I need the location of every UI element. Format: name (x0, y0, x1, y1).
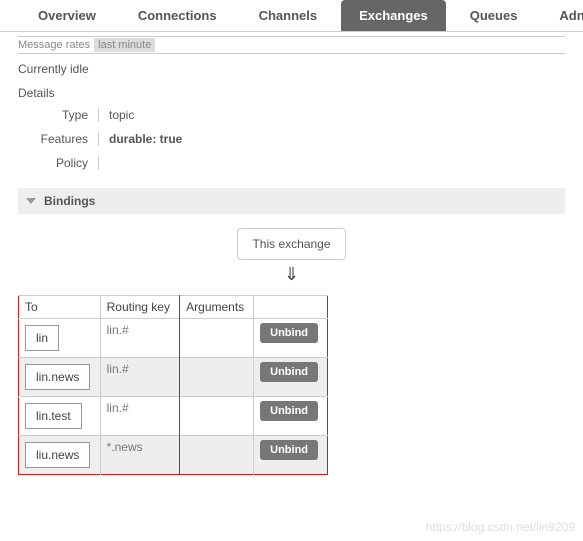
binding-to[interactable]: lin.news (25, 364, 90, 390)
col-arguments: Arguments (180, 296, 254, 319)
details-grid: Type topic Features durable: true Policy (18, 108, 565, 170)
idle-text: Currently idle (18, 62, 565, 76)
message-rates-chip[interactable]: last minute (94, 38, 155, 52)
features-label: Features (18, 132, 98, 146)
tab-exchanges[interactable]: Exchanges (341, 0, 446, 31)
tab-queues[interactable]: Queues (452, 0, 536, 31)
binding-to[interactable]: lin.test (25, 403, 82, 429)
binding-to[interactable]: lin (25, 325, 59, 351)
table-row: lin.test lin.# Unbind (19, 397, 328, 436)
tabs-bar: Overview Connections Channels Exchanges … (0, 0, 583, 32)
bindings-header-text: Bindings (44, 194, 95, 208)
chevron-down-icon (26, 198, 36, 204)
col-routing-key: Routing key (100, 296, 180, 319)
col-to: To (19, 296, 101, 319)
this-exchange-box: This exchange (237, 228, 345, 260)
unbind-button[interactable]: Unbind (260, 401, 318, 421)
unbind-button[interactable]: Unbind (260, 323, 318, 343)
type-value: topic (98, 108, 565, 122)
binding-routing-key: lin.# (100, 358, 180, 397)
binding-routing-key: *.news (100, 436, 180, 475)
binding-arguments (180, 397, 254, 436)
type-label: Type (18, 108, 98, 122)
features-value: durable: true (98, 132, 565, 146)
table-row: liu.news *.news Unbind (19, 436, 328, 475)
binding-arguments (180, 319, 254, 358)
bindings-table: To Routing key Arguments lin lin.# Unbin… (18, 295, 328, 475)
message-rates-row: Message rates last minute (18, 36, 565, 54)
binding-routing-key: lin.# (100, 319, 180, 358)
unbind-button[interactable]: Unbind (260, 440, 318, 460)
watermark: https://blog.csdn.net/lin9209 (426, 520, 575, 534)
message-rates-label: Message rates (18, 39, 90, 51)
binding-to[interactable]: liu.news (25, 442, 90, 468)
table-row: lin.news lin.# Unbind (19, 358, 328, 397)
bindings-section-header[interactable]: Bindings (18, 188, 565, 214)
table-row: lin lin.# Unbind (19, 319, 328, 358)
binding-arguments (180, 358, 254, 397)
policy-label: Policy (18, 156, 98, 170)
details-header: Details (18, 86, 565, 100)
tab-admin[interactable]: Adn (541, 0, 583, 31)
tab-connections[interactable]: Connections (120, 0, 235, 31)
binding-routing-key: lin.# (100, 397, 180, 436)
policy-value (98, 156, 565, 170)
arrow-down-icon: ⇓ (284, 264, 299, 285)
tab-overview[interactable]: Overview (20, 0, 114, 31)
col-actions (254, 296, 328, 319)
unbind-button[interactable]: Unbind (260, 362, 318, 382)
binding-arguments (180, 436, 254, 475)
tab-channels[interactable]: Channels (241, 0, 336, 31)
